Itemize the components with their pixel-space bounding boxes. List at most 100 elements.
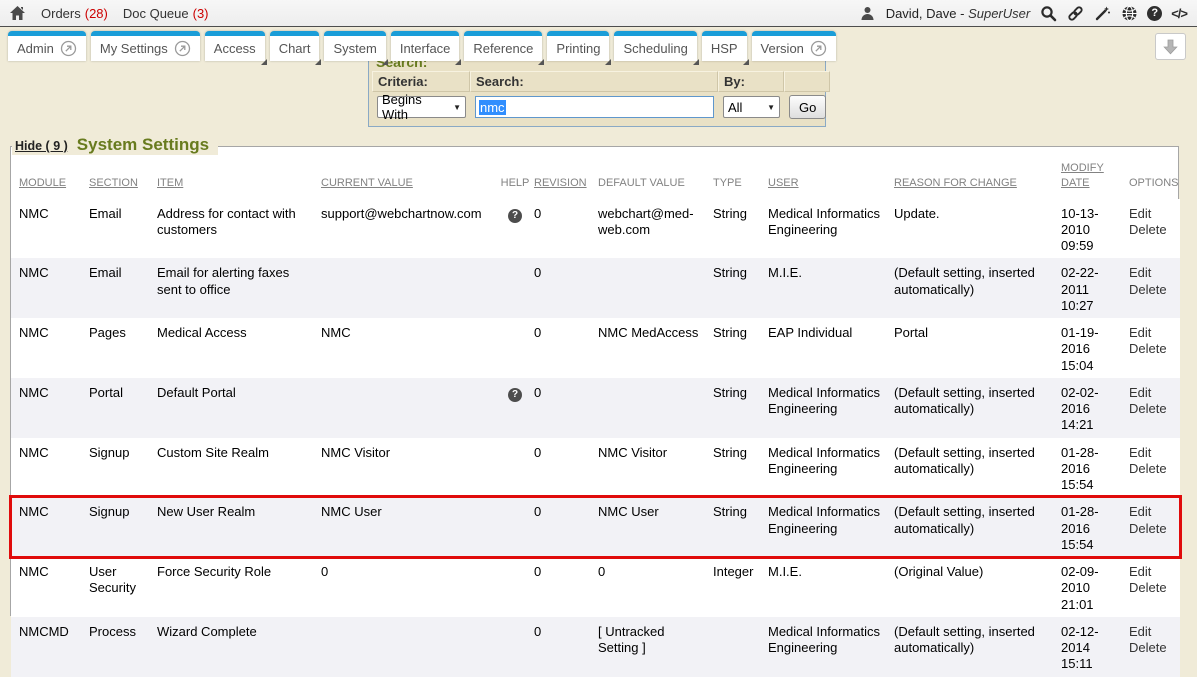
cell-item: Default Portal xyxy=(157,378,321,438)
tab-interface[interactable]: Interface xyxy=(391,31,460,61)
tab-label: Interface xyxy=(400,41,451,56)
tab-system[interactable]: System xyxy=(324,31,385,61)
cell-type: String xyxy=(713,258,768,318)
cell-current-value: NMC xyxy=(321,318,496,378)
cell-user: M.I.E. xyxy=(768,258,894,318)
cell-modify-date: 02-02-2016 14:21 xyxy=(1061,378,1129,438)
delete-link[interactable]: Delete xyxy=(1129,222,1172,238)
search-input[interactable]: nmc xyxy=(475,96,714,118)
cell-reason: (Default setting, inserted automatically… xyxy=(894,617,1061,677)
tab-scheduling[interactable]: Scheduling xyxy=(614,31,696,61)
wand-icon[interactable] xyxy=(1093,4,1111,22)
cell-module: NMC xyxy=(11,199,89,259)
delete-link[interactable]: Delete xyxy=(1129,341,1172,357)
column-header-module[interactable]: MODULE xyxy=(11,159,89,199)
column-header-modify-date[interactable]: MODIFY DATE xyxy=(1061,159,1129,199)
column-header-label[interactable]: ITEM xyxy=(157,177,183,189)
table-row: NMCPagesMedical AccessNMC0NMC MedAccessS… xyxy=(11,318,1180,378)
tab-access[interactable]: Access xyxy=(205,31,265,61)
tab-admin[interactable]: Admin xyxy=(8,31,86,61)
current-user[interactable]: David, Dave - SuperUser xyxy=(886,6,1031,21)
delete-link[interactable]: Delete xyxy=(1129,640,1172,656)
search-icon[interactable] xyxy=(1039,4,1057,22)
help-icon[interactable]: ? xyxy=(508,209,522,223)
home-icon[interactable] xyxy=(8,4,26,22)
cell-options: EditDelete xyxy=(1129,438,1180,498)
doc-queue-link[interactable]: Doc Queue (3) xyxy=(123,6,209,21)
column-header-label[interactable]: REASON FOR CHANGE xyxy=(894,177,1017,189)
cell-current-value xyxy=(321,617,496,677)
column-header-section[interactable]: SECTION xyxy=(89,159,157,199)
delete-link[interactable]: Delete xyxy=(1129,461,1172,477)
link-icon[interactable] xyxy=(1066,4,1084,22)
tab-version[interactable]: Version xyxy=(752,31,836,61)
column-header-reason-for-change[interactable]: REASON FOR CHANGE xyxy=(894,159,1061,199)
cell-modify-date: 01-19-2016 15:04 xyxy=(1061,318,1129,378)
globe-icon[interactable] xyxy=(1120,4,1138,22)
help-icon[interactable]: ? xyxy=(1147,6,1162,21)
cell-user: Medical Informatics Engineering xyxy=(768,378,894,438)
criteria-select[interactable]: Begins With ▼ xyxy=(377,96,466,118)
code-icon[interactable]: </> xyxy=(1171,6,1187,21)
cell-item: New User Realm xyxy=(157,497,321,557)
tab-hsp[interactable]: HSP xyxy=(702,31,747,61)
cell-type: String xyxy=(713,318,768,378)
cell-modify-date: 10-13-2010 09:59 xyxy=(1061,199,1129,259)
tab-label: Printing xyxy=(556,41,600,56)
tab-my-settings[interactable]: My Settings xyxy=(91,31,200,61)
cell-module: NMC xyxy=(11,438,89,498)
tab-printing[interactable]: Printing xyxy=(547,31,609,61)
edit-link[interactable]: Edit xyxy=(1129,265,1172,281)
page-title: System Settings xyxy=(77,135,209,155)
cell-options: EditDelete xyxy=(1129,258,1180,318)
hide-toggle-link[interactable]: Hide ( 9 ) xyxy=(15,139,68,153)
tab-reference[interactable]: Reference xyxy=(464,31,542,61)
column-header-label[interactable]: CURRENT VALUE xyxy=(321,177,413,189)
dropdown-caret-icon xyxy=(605,59,611,65)
by-label: By: xyxy=(718,71,784,92)
tab-label: Admin xyxy=(17,41,54,56)
cell-item: Address for contact with customers xyxy=(157,199,321,259)
edit-link[interactable]: Edit xyxy=(1129,206,1172,222)
tab-label: Access xyxy=(214,41,256,56)
tab-chart[interactable]: Chart xyxy=(270,31,320,61)
column-header-label[interactable]: REVISION xyxy=(534,177,587,189)
delete-link[interactable]: Delete xyxy=(1129,521,1172,537)
cell-revision: 0 xyxy=(534,378,598,438)
cell-type xyxy=(713,617,768,677)
delete-link[interactable]: Delete xyxy=(1129,401,1172,417)
delete-link[interactable]: Delete xyxy=(1129,580,1172,596)
column-header-item[interactable]: ITEM xyxy=(157,159,321,199)
cell-revision: 0 xyxy=(534,438,598,498)
cell-revision: 0 xyxy=(534,199,598,259)
column-header-label[interactable]: MODIFY DATE xyxy=(1061,162,1104,189)
delete-link[interactable]: Delete xyxy=(1129,282,1172,298)
column-header-current-value[interactable]: CURRENT VALUE xyxy=(321,159,496,199)
cell-options: EditDelete xyxy=(1129,497,1180,557)
edit-link[interactable]: Edit xyxy=(1129,564,1172,580)
settings-section: MODULESECTIONITEMCURRENT VALUEHELPREVISI… xyxy=(10,146,1179,616)
edit-link[interactable]: Edit xyxy=(1129,325,1172,341)
column-header-label[interactable]: MODULE xyxy=(19,177,66,189)
external-link-icon xyxy=(60,40,77,57)
edit-link[interactable]: Edit xyxy=(1129,385,1172,401)
cell-module: NMC xyxy=(11,497,89,557)
pulldown-button[interactable] xyxy=(1155,33,1186,60)
edit-link[interactable]: Edit xyxy=(1129,445,1172,461)
column-header-user[interactable]: USER xyxy=(768,159,894,199)
go-button[interactable]: Go xyxy=(789,95,826,119)
cell-options: EditDelete xyxy=(1129,378,1180,438)
search-input-value: nmc xyxy=(479,100,506,115)
help-icon[interactable]: ? xyxy=(508,388,522,402)
down-arrow-icon xyxy=(1162,38,1180,56)
by-select[interactable]: All ▼ xyxy=(723,96,780,118)
edit-link[interactable]: Edit xyxy=(1129,504,1172,520)
edit-link[interactable]: Edit xyxy=(1129,624,1172,640)
cell-current-value xyxy=(321,378,496,438)
cell-help: ? xyxy=(496,199,534,259)
cell-help xyxy=(496,258,534,318)
column-header-revision[interactable]: REVISION xyxy=(534,159,598,199)
column-header-label[interactable]: SECTION xyxy=(89,177,138,189)
orders-link[interactable]: Orders (28) xyxy=(41,6,108,21)
column-header-label[interactable]: USER xyxy=(768,177,799,189)
